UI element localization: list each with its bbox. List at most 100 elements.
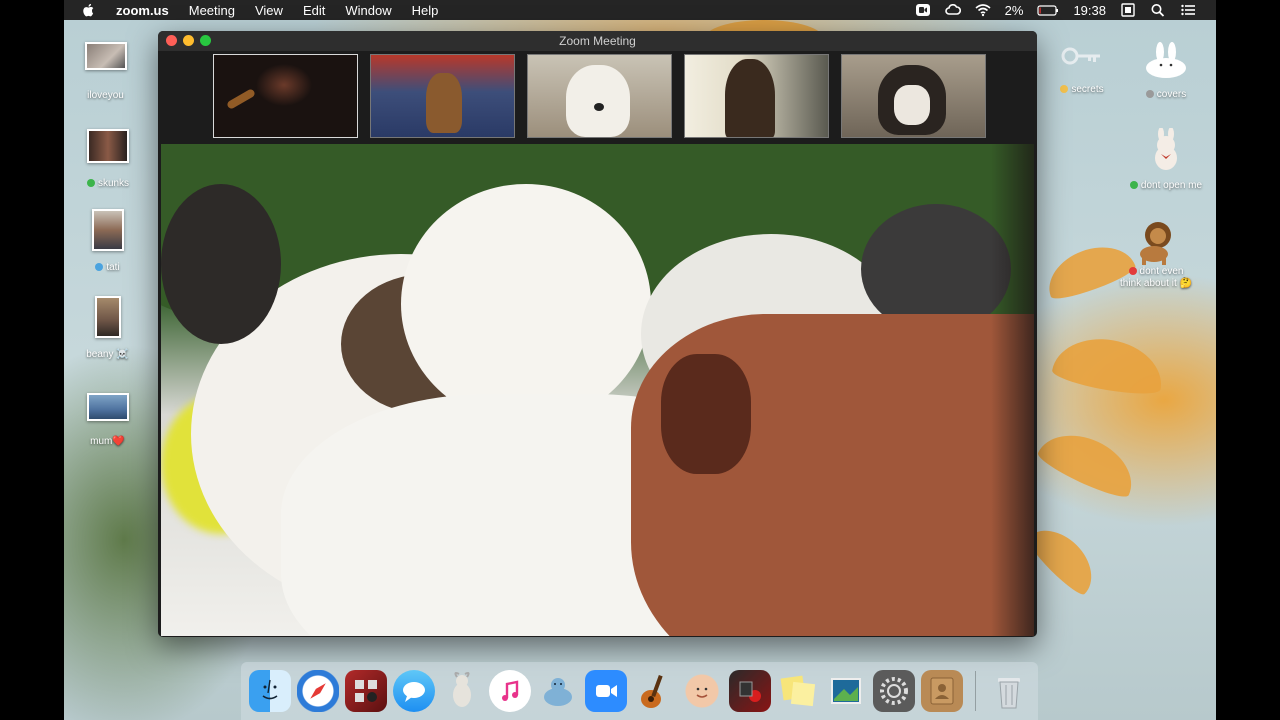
desktop-icon-label: covers bbox=[1156, 89, 1187, 100]
desktop-icon-label-line1: dont even bbox=[1139, 266, 1184, 277]
system-preferences-icon[interactable] bbox=[873, 670, 915, 712]
husky-face bbox=[894, 85, 930, 125]
zoom-icon[interactable] bbox=[585, 670, 627, 712]
battery-percent: 2% bbox=[1004, 2, 1024, 18]
goat-icon[interactable] bbox=[441, 670, 483, 712]
desktop-icon-covers[interactable]: covers bbox=[1136, 42, 1196, 100]
safari-icon[interactable] bbox=[297, 670, 339, 712]
status-dot bbox=[95, 263, 104, 272]
participant-tile[interactable] bbox=[841, 54, 986, 138]
desktop-icon-label: iloveyou bbox=[87, 90, 124, 101]
trash-icon[interactable] bbox=[988, 670, 1030, 712]
memoji-icon[interactable] bbox=[681, 670, 723, 712]
search-icon[interactable] bbox=[1150, 3, 1166, 17]
preview-icon[interactable] bbox=[825, 670, 867, 712]
desktop-icon-label-wrap: tati bbox=[80, 262, 135, 273]
key-icon bbox=[1060, 44, 1104, 72]
desktop-icon-dont-open-me[interactable]: dont open me bbox=[1120, 127, 1212, 191]
desktop-icon-skunks[interactable]: skunks bbox=[78, 129, 138, 189]
desktop-icon-label-wrap: covers bbox=[1136, 89, 1196, 100]
desktop-icon-beany[interactable]: beany ☠️ bbox=[80, 296, 135, 360]
desktop-icon-label-wrap: skunks bbox=[78, 178, 138, 189]
bunny-figure-icon bbox=[1150, 127, 1182, 172]
lamp-light bbox=[226, 88, 256, 110]
participant-tile[interactable] bbox=[370, 54, 515, 138]
participant-tile[interactable] bbox=[527, 54, 672, 138]
desktop-icon-label: mum❤️ bbox=[90, 436, 125, 447]
wallpaper-petal bbox=[1050, 330, 1168, 400]
photo-app-icon[interactable] bbox=[729, 670, 771, 712]
desktop-icon-label: skunks bbox=[97, 178, 130, 189]
desktop-icon-label: tati bbox=[106, 262, 120, 273]
desktop-icon-label-wrap: dont even think about it 🤔 bbox=[1110, 266, 1202, 290]
dock-separator bbox=[975, 671, 976, 711]
menu-app-name[interactable]: zoom.us bbox=[116, 3, 169, 18]
menu-bar: zoom.us Meeting View Edit Window Help 2%… bbox=[64, 0, 1216, 20]
status-dot bbox=[1129, 181, 1138, 190]
person-figure bbox=[725, 59, 775, 137]
participant-strip bbox=[213, 54, 986, 138]
minimize-button[interactable] bbox=[183, 35, 194, 46]
photo-thumbnail bbox=[87, 129, 129, 163]
desktop-icon-dont-even-think[interactable]: dont even think about it 🤔 bbox=[1110, 218, 1202, 290]
photo-thumbnail bbox=[94, 296, 121, 338]
finder-icon[interactable] bbox=[249, 670, 291, 712]
dog-figure bbox=[566, 65, 630, 137]
display-icon[interactable] bbox=[1120, 3, 1136, 17]
menu-help[interactable]: Help bbox=[412, 3, 439, 18]
active-speaker-video[interactable] bbox=[161, 144, 1034, 636]
close-button[interactable] bbox=[166, 35, 177, 46]
edge-shadow bbox=[991, 144, 1034, 636]
menu-window[interactable]: Window bbox=[345, 3, 391, 18]
garageband-icon[interactable] bbox=[633, 670, 675, 712]
lion-icon bbox=[1132, 218, 1180, 266]
status-dot bbox=[1128, 267, 1137, 276]
dock bbox=[241, 662, 1038, 720]
photo-thumbnail bbox=[84, 42, 127, 70]
zoom-meeting-window[interactable]: Zoom Meeting bbox=[158, 31, 1037, 637]
hand-shadow bbox=[661, 354, 751, 474]
battery-icon[interactable] bbox=[1037, 3, 1059, 17]
window-title: Zoom Meeting bbox=[559, 34, 636, 48]
desktop-icon-label-wrap: secrets bbox=[1052, 84, 1112, 95]
status-dot bbox=[1145, 90, 1154, 99]
zoom-button[interactable] bbox=[200, 35, 211, 46]
clock[interactable]: 19:38 bbox=[1073, 3, 1106, 18]
wifi-icon[interactable] bbox=[975, 3, 991, 17]
menu-view[interactable]: View bbox=[255, 3, 283, 18]
desktop-icon-label-line2: think about it 🤔 bbox=[1120, 278, 1192, 289]
white-dog-head bbox=[401, 184, 651, 424]
participant-tile[interactable] bbox=[213, 54, 358, 138]
wallpaper-petal bbox=[1034, 420, 1144, 504]
creative-cloud-icon[interactable] bbox=[944, 3, 961, 17]
menu-meeting[interactable]: Meeting bbox=[189, 3, 235, 18]
seal-icon[interactable] bbox=[537, 670, 579, 712]
photo-thumbnail bbox=[86, 393, 129, 421]
desktop-icon-label-wrap: dont open me bbox=[1120, 180, 1212, 191]
desktop-icon-label: dont open me bbox=[1140, 180, 1203, 191]
messages-icon[interactable] bbox=[393, 670, 435, 712]
window-titlebar[interactable]: Zoom Meeting bbox=[158, 31, 1037, 51]
stickies-icon[interactable] bbox=[777, 670, 819, 712]
photo-booth-icon[interactable] bbox=[345, 670, 387, 712]
window-controls bbox=[166, 35, 211, 46]
menu-edit[interactable]: Edit bbox=[303, 3, 325, 18]
desktop-icon-secrets[interactable]: secrets bbox=[1052, 44, 1112, 95]
desktop-icon-label: beany ☠️ bbox=[86, 349, 129, 360]
desktop-icon-mum[interactable]: mum❤️ bbox=[80, 393, 135, 447]
dog-figure bbox=[426, 73, 462, 133]
dog-black-left bbox=[161, 184, 281, 344]
zoom-status-icon[interactable] bbox=[915, 3, 931, 17]
photo-thumbnail bbox=[91, 209, 124, 251]
bunny-icon bbox=[1141, 42, 1191, 78]
dog-nose bbox=[594, 103, 604, 111]
status-dot bbox=[86, 179, 95, 188]
participant-tile[interactable] bbox=[684, 54, 829, 138]
contacts-icon[interactable] bbox=[921, 670, 963, 712]
apple-icon[interactable] bbox=[82, 3, 96, 17]
desktop-icon-iloveyou[interactable]: iloveyou bbox=[78, 42, 133, 101]
desktop-icon-tati[interactable]: tati bbox=[80, 209, 135, 273]
desktop-icon-label: secrets bbox=[1071, 84, 1104, 95]
itunes-icon[interactable] bbox=[489, 670, 531, 712]
notification-center-icon[interactable] bbox=[1180, 3, 1196, 17]
